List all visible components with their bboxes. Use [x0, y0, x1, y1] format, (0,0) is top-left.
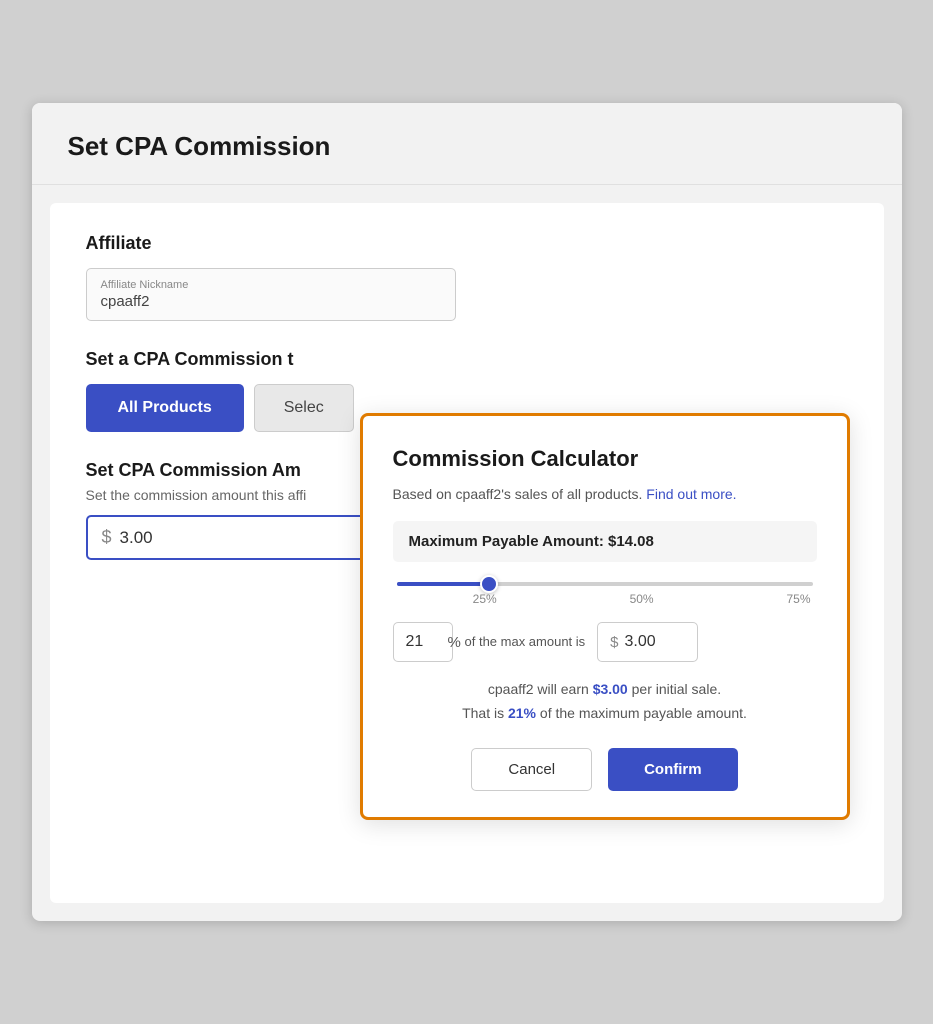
slider-label-75: 75%	[786, 592, 810, 606]
affiliate-section-title: Affiliate	[86, 233, 848, 254]
select-button[interactable]: Selec	[254, 384, 354, 432]
dollar-input-box: $	[597, 622, 697, 662]
slider-label-25: 25%	[473, 592, 497, 606]
commission-slider-container: 25% 50% 75%	[393, 582, 817, 606]
summary-line1-pre: cpaaff2 will earn	[488, 681, 589, 697]
page-wrapper: Set CPA Commission Affiliate Affiliate N…	[32, 103, 902, 921]
calculator-title: Commission Calculator	[393, 446, 817, 472]
dollar-input[interactable]	[625, 633, 685, 651]
cancel-button[interactable]: Cancel	[471, 748, 592, 791]
percent-sign: %	[448, 634, 461, 651]
percent-input[interactable]	[406, 633, 442, 651]
summary-line2-post: of the maximum payable amount.	[540, 705, 747, 721]
slider-label-50: 50%	[630, 592, 654, 606]
summary-line2-pre: That is	[462, 705, 504, 721]
max-payable-amount: Maximum Payable Amount: $14.08	[393, 521, 817, 562]
page-title: Set CPA Commission	[68, 131, 866, 162]
confirm-button[interactable]: Confirm	[608, 748, 738, 791]
dollar-sign-icon: $	[102, 527, 112, 548]
calc-summary: cpaaff2 will earn $3.00 per initial sale…	[393, 678, 817, 726]
all-products-button[interactable]: All Products	[86, 384, 244, 432]
commission-section-title: Set a CPA Commission t	[86, 349, 848, 370]
slider-labels: 25% 50% 75%	[397, 592, 813, 606]
summary-amount: $3.00	[593, 681, 628, 697]
page-content: Affiliate Affiliate Nickname cpaaff2 Set…	[50, 203, 884, 903]
summary-percent: 21%	[508, 705, 536, 721]
summary-line1-post: per initial sale.	[632, 681, 722, 697]
find-out-more-link[interactable]: Find out more.	[646, 486, 736, 502]
calculator-desc: Based on cpaaff2's sales of all products…	[393, 484, 817, 505]
commission-calculator-modal: Commission Calculator Based on cpaaff2's…	[360, 413, 850, 820]
slider-track	[397, 582, 813, 586]
calc-desc-text: Based on cpaaff2's sales of all products…	[393, 486, 643, 502]
calc-dollar-sign: $	[610, 634, 618, 651]
of-text: of the max amount is	[465, 634, 586, 651]
percent-input-box: %	[393, 622, 453, 662]
calc-actions: Cancel Confirm	[393, 748, 817, 791]
affiliate-field-label: Affiliate Nickname	[101, 279, 441, 291]
calc-inputs-row: % of the max amount is $	[393, 622, 817, 662]
affiliate-field-value: cpaaff2	[101, 293, 441, 310]
affiliate-field: Affiliate Nickname cpaaff2	[86, 268, 456, 321]
page-header: Set CPA Commission	[32, 103, 902, 185]
amount-input-wrapper: $	[86, 515, 366, 560]
commission-amount-input[interactable]	[120, 528, 350, 548]
